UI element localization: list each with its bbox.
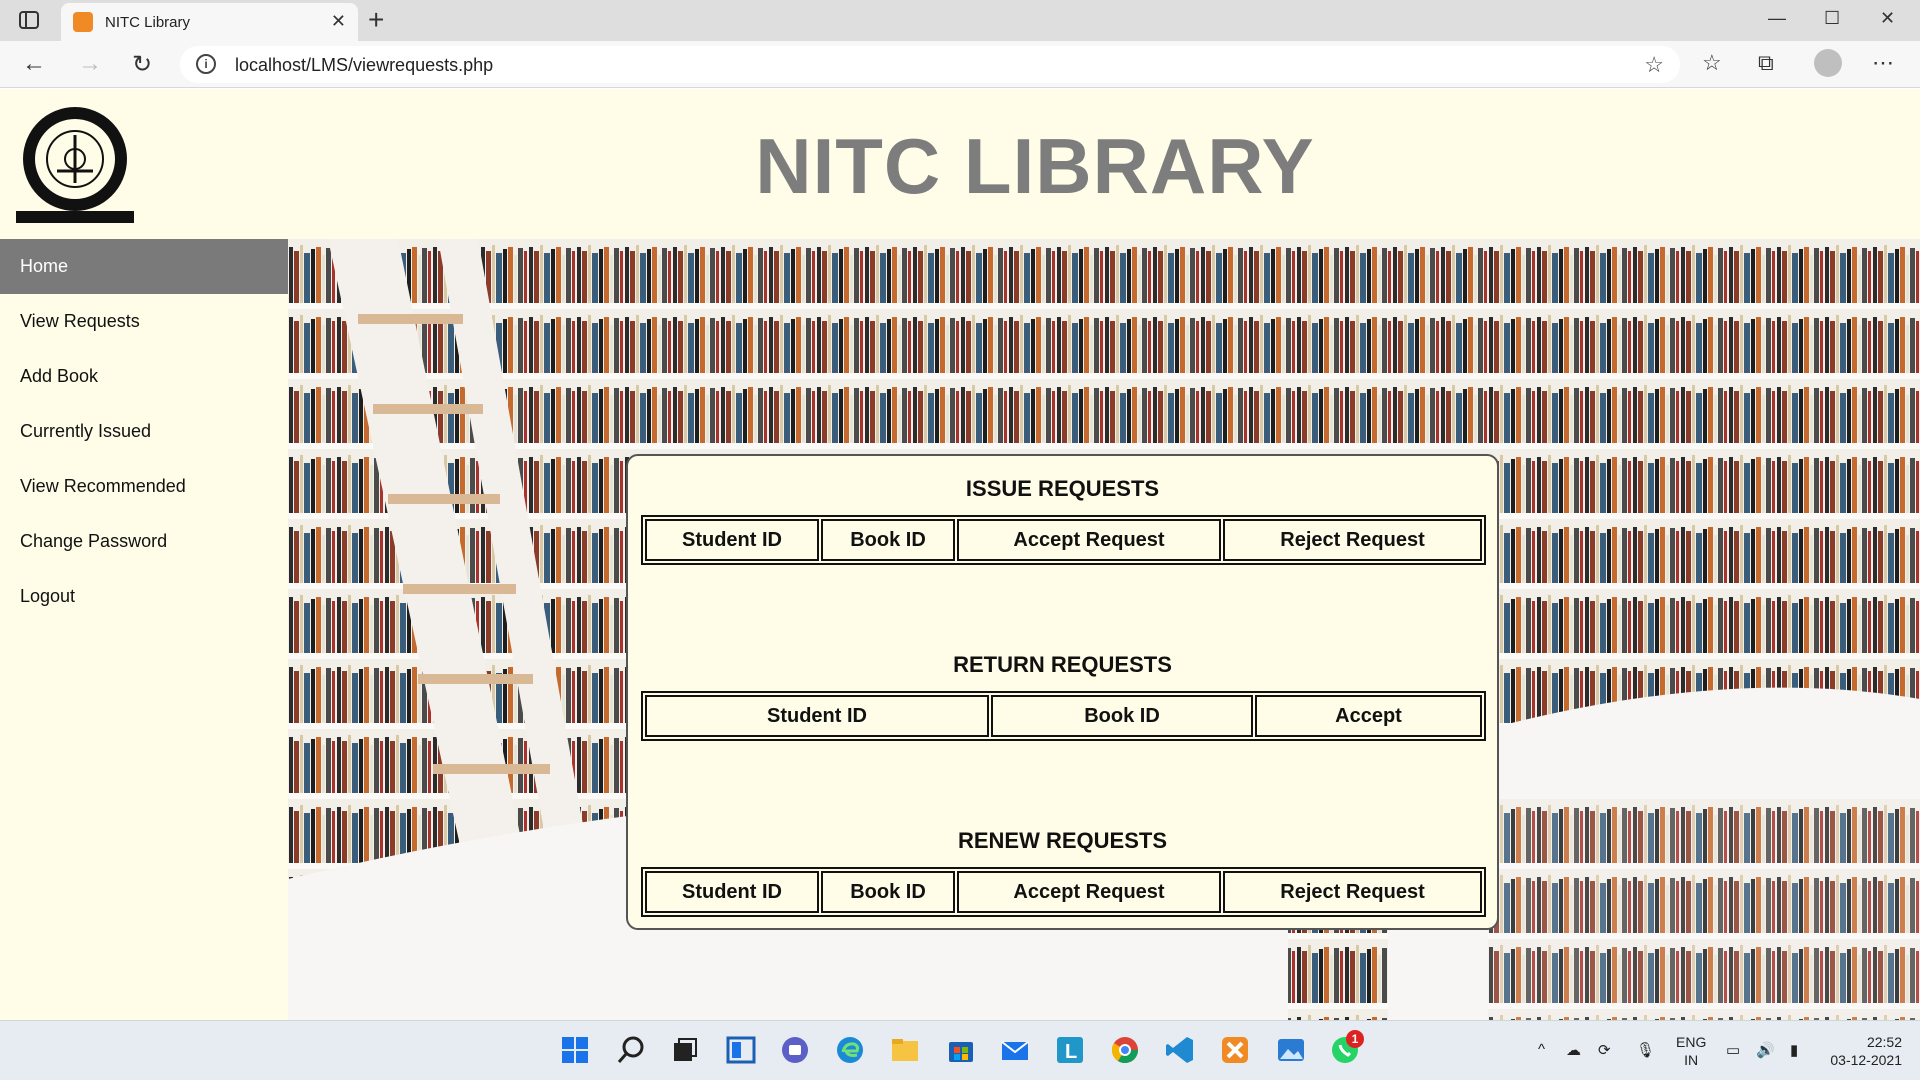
sidebar-item-add-book[interactable]: Add Book bbox=[0, 349, 288, 404]
system-clock[interactable]: 22:52 03-12-2021 bbox=[1826, 1033, 1902, 1069]
column-header: Reject Request bbox=[1223, 871, 1482, 913]
address-bar[interactable]: i localhost/LMS/viewrequests.php ☆ bbox=[180, 46, 1680, 83]
sidebar-item-currently-issued[interactable]: Currently Issued bbox=[0, 404, 288, 459]
clock-time: 22:52 bbox=[1866, 1034, 1902, 1050]
search-icon[interactable] bbox=[616, 1035, 646, 1065]
chevron-up-icon[interactable]: ^ bbox=[1538, 1041, 1545, 1058]
taskbar: L 1 ^ ☁ ⟳ 🎙 ENG IN ▭ 🔊 ▮ 22:52 03-12-202… bbox=[0, 1020, 1920, 1080]
edge-browser-icon[interactable] bbox=[835, 1035, 865, 1065]
restore-button[interactable]: ☐ bbox=[1824, 8, 1840, 29]
widgets-icon[interactable] bbox=[726, 1035, 756, 1065]
sync-icon[interactable]: ⟳ bbox=[1598, 1041, 1611, 1059]
battery-icon[interactable]: ▮ bbox=[1790, 1041, 1798, 1059]
microsoft-store-icon[interactable] bbox=[946, 1035, 976, 1065]
column-header: Book ID bbox=[821, 519, 955, 561]
onedrive-cloud-icon[interactable]: ☁ bbox=[1566, 1041, 1581, 1059]
browser-toolbar: ← → ↻ i localhost/LMS/viewrequests.php ☆… bbox=[0, 41, 1920, 88]
more-menu-icon[interactable]: ⋯ bbox=[1872, 50, 1894, 76]
teams-chat-icon[interactable] bbox=[780, 1035, 810, 1065]
volume-icon[interactable]: 🔊 bbox=[1756, 1041, 1775, 1059]
column-header: Accept Request bbox=[957, 519, 1221, 561]
table-header-row: Student ID Book ID Accept Request Reject… bbox=[645, 519, 1482, 561]
add-favorite-icon[interactable]: ☆ bbox=[1644, 52, 1664, 78]
tab-actions-icon[interactable] bbox=[18, 9, 40, 31]
issue-requests-title: ISSUE REQUESTS bbox=[965, 476, 1160, 501]
close-window-button[interactable]: ✕ bbox=[1880, 8, 1895, 29]
renew-requests-table: Student ID Book ID Accept Request Reject… bbox=[641, 867, 1486, 917]
mail-icon[interactable] bbox=[1000, 1035, 1030, 1065]
column-header: Student ID bbox=[645, 695, 989, 737]
task-view-icon[interactable] bbox=[670, 1035, 700, 1065]
xampp-icon[interactable] bbox=[1220, 1035, 1250, 1065]
sidebar-item-home[interactable]: Home bbox=[0, 239, 288, 294]
column-header: Reject Request bbox=[1223, 519, 1482, 561]
sidebar-nav: Home View Requests Add Book Currently Is… bbox=[0, 239, 288, 1020]
minimize-button[interactable]: — bbox=[1768, 8, 1786, 29]
clock-date: 03-12-2021 bbox=[1830, 1052, 1902, 1068]
site-info-icon[interactable]: i bbox=[196, 54, 216, 74]
favorites-icon[interactable]: ☆ bbox=[1702, 50, 1722, 76]
sidebar-item-view-recommended[interactable]: View Recommended bbox=[0, 459, 288, 514]
issue-requests-table: Student ID Book ID Accept Request Reject… bbox=[641, 515, 1486, 565]
l-app-icon[interactable]: L bbox=[1055, 1035, 1085, 1065]
language-indicator[interactable]: ENG IN bbox=[1676, 1033, 1706, 1069]
sidebar-item-view-requests[interactable]: View Requests bbox=[0, 294, 288, 349]
tab-close-icon[interactable]: ✕ bbox=[331, 11, 346, 32]
page: NITC LIBRARY Home View Requests Add Book… bbox=[0, 89, 1920, 1020]
svg-text:L: L bbox=[1065, 1041, 1077, 1063]
new-tab-button[interactable]: + bbox=[368, 4, 384, 36]
renew-requests-title: RENEW REQUESTS bbox=[957, 828, 1168, 853]
network-icon[interactable]: ▭ bbox=[1726, 1041, 1740, 1059]
windows-start-icon[interactable] bbox=[560, 1035, 590, 1065]
column-header: Accept bbox=[1255, 695, 1482, 737]
table-header-row: Student ID Book ID Accept bbox=[645, 695, 1482, 737]
chrome-icon[interactable] bbox=[1110, 1035, 1140, 1065]
site-title: NITC LIBRARY bbox=[755, 122, 1315, 210]
column-header: Accept Request bbox=[957, 871, 1221, 913]
notification-badge: 1 bbox=[1346, 1030, 1364, 1048]
region-code: IN bbox=[1684, 1052, 1699, 1068]
photos-icon[interactable] bbox=[1276, 1035, 1306, 1065]
browser-tab[interactable]: NITC Library ✕ bbox=[61, 3, 358, 41]
column-header: Student ID bbox=[645, 519, 819, 561]
forward-arrow-icon[interactable]: → bbox=[78, 50, 102, 78]
tab-title: NITC Library bbox=[105, 14, 191, 31]
column-header: Book ID bbox=[991, 695, 1253, 737]
requests-panel: ISSUE REQUESTS Student ID Book ID Accept… bbox=[626, 454, 1499, 930]
language-code: ENG bbox=[1676, 1034, 1707, 1050]
return-requests-title: RETURN REQUESTS bbox=[953, 652, 1172, 677]
refresh-icon[interactable]: ↻ bbox=[132, 50, 152, 79]
microphone-icon[interactable]: 🎙 bbox=[1636, 1041, 1655, 1059]
collections-icon[interactable]: ⧉ bbox=[1758, 50, 1774, 76]
return-requests-table: Student ID Book ID Accept bbox=[641, 691, 1486, 741]
sidebar-item-change-password[interactable]: Change Password bbox=[0, 514, 288, 569]
file-explorer-icon[interactable] bbox=[890, 1035, 920, 1065]
sidebar-item-logout[interactable]: Logout bbox=[0, 569, 288, 624]
xampp-favicon-icon bbox=[73, 12, 93, 32]
browser-tabstrip: NITC Library ✕ + — ☐ ✕ bbox=[0, 0, 1920, 41]
back-arrow-icon[interactable]: ← bbox=[22, 50, 46, 78]
column-header: Student ID bbox=[645, 871, 819, 913]
url-text[interactable]: localhost/LMS/viewrequests.php bbox=[235, 55, 493, 76]
profile-avatar[interactable] bbox=[1814, 49, 1842, 77]
vscode-icon[interactable] bbox=[1165, 1035, 1195, 1065]
column-header: Book ID bbox=[821, 871, 955, 913]
table-header-row: Student ID Book ID Accept Request Reject… bbox=[645, 871, 1482, 913]
